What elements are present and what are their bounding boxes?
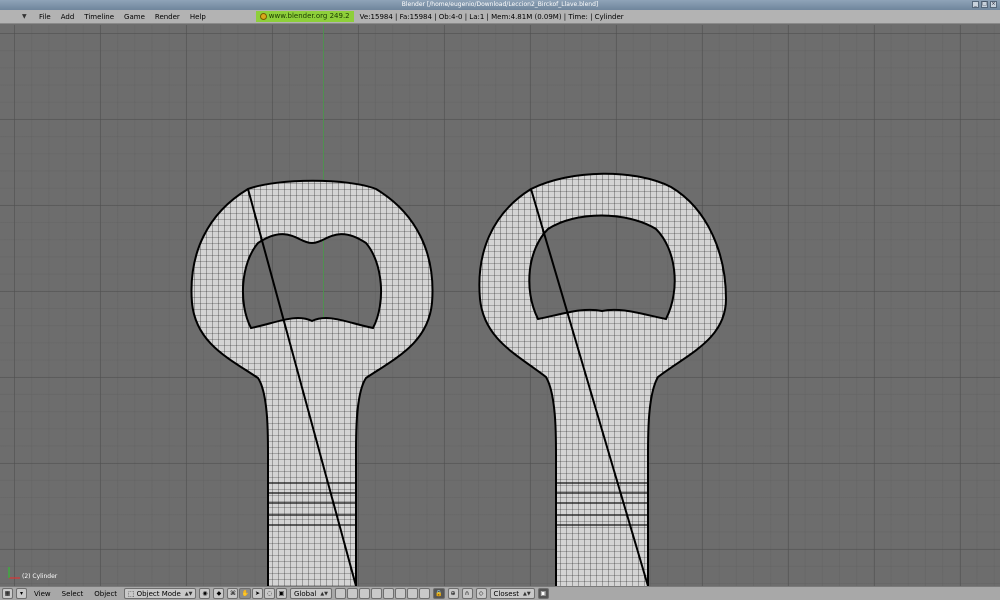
url-badge-label: www.blender.org 249.2 [268, 12, 350, 20]
manipulator-toggle-icon[interactable]: ⌘ [227, 588, 239, 599]
pivot-point-icon[interactable]: ◆ [213, 588, 225, 599]
layer-button[interactable] [347, 588, 359, 599]
layer-button[interactable] [335, 588, 347, 599]
hand-icon[interactable]: ✋ [239, 588, 251, 599]
menu-add[interactable]: Add [56, 10, 80, 24]
snap-icon[interactable]: ⊕ [447, 588, 459, 599]
render-preview-icon[interactable]: ▣ [537, 588, 549, 599]
layer-button[interactable] [419, 588, 431, 599]
menu-timeline[interactable]: Timeline [79, 10, 119, 24]
layer-button[interactable] [395, 588, 407, 599]
select-arrows-icon: ▲▼ [184, 590, 193, 597]
scale-icon[interactable]: ▣ [275, 588, 287, 599]
close-button[interactable]: × [990, 1, 997, 8]
manipulator-group: ⌘ ✋ ➤ ◌ ▣ [227, 588, 287, 599]
lock-icon[interactable]: 🔒 [433, 588, 445, 599]
menu-select[interactable]: Select [58, 587, 88, 600]
snap-magnet-icon[interactable]: ∩ [461, 588, 473, 599]
active-object-label: (2) Cylinder [22, 573, 58, 580]
menu-render[interactable]: Render [150, 10, 185, 24]
menu-game[interactable]: Game [119, 10, 150, 24]
scene-stats: Ve:15984 | Fa:15984 | Ob:4-0 | La:1 | Me… [359, 12, 624, 21]
menu-view[interactable]: View [30, 587, 55, 600]
mode-select[interactable]: ⬚ Object Mode ▲▼ [124, 588, 197, 599]
menu-help[interactable]: Help [185, 10, 211, 24]
select-arrows-icon: ▲▼ [320, 590, 329, 597]
select-arrows-icon: ▲▼ [522, 590, 531, 597]
view3d-header: ▦ ▾ View Select Object ⬚ Object Mode ▲▼ … [0, 586, 1000, 600]
draw-type-icon[interactable]: ◉ [199, 588, 211, 599]
blender-org-link[interactable]: www.blender.org 249.2 [255, 11, 354, 22]
minimize-button[interactable]: _ [972, 1, 979, 8]
rotate-icon[interactable]: ◌ [263, 588, 275, 599]
layer-button[interactable] [371, 588, 383, 599]
3d-viewport[interactable]: (2) Cylinder [0, 25, 1000, 586]
mode-select-value: Object Mode [136, 589, 181, 598]
layer-button[interactable] [359, 588, 371, 599]
window-title: Blender [/home/eugenio/Download/Leccion2… [401, 1, 599, 8]
window-controls: _ □ × [972, 1, 997, 8]
orientation-select[interactable]: Global ▲▼ [289, 588, 333, 599]
maximize-button[interactable]: □ [981, 1, 988, 8]
layer-button[interactable] [407, 588, 419, 599]
blender-window: Blender [/home/eugenio/Download/Leccion2… [0, 0, 1000, 600]
translate-icon[interactable]: ➤ [251, 588, 263, 599]
layer-button[interactable] [383, 588, 395, 599]
window-titlebar[interactable]: Blender [/home/eugenio/Download/Leccion2… [0, 0, 1000, 10]
header-collapse-icon[interactable]: ▾ [16, 588, 27, 599]
bottle-opener-mesh-right[interactable] [476, 149, 730, 586]
menu-file[interactable]: File [34, 10, 56, 24]
snap-element-icon[interactable]: ◇ [475, 588, 487, 599]
header-collapse-icon[interactable]: ▼ [22, 13, 34, 20]
snap-target-value: Closest [493, 589, 519, 598]
orientation-select-value: Global [293, 589, 317, 598]
object-mode-icon: ⬚ [128, 589, 135, 598]
snap-target-select[interactable]: Closest ▲▼ [489, 588, 535, 599]
blender-logo-icon [259, 13, 267, 20]
info-header: ▼ File Add Timeline Game Render Help www… [0, 10, 1000, 24]
menu-object[interactable]: Object [90, 587, 121, 600]
bottle-opener-mesh-left[interactable] [188, 153, 436, 586]
layer-buttons [335, 588, 431, 599]
editor-type-icon[interactable]: ▦ [2, 588, 13, 599]
axes-gizmo-icon [8, 567, 20, 579]
